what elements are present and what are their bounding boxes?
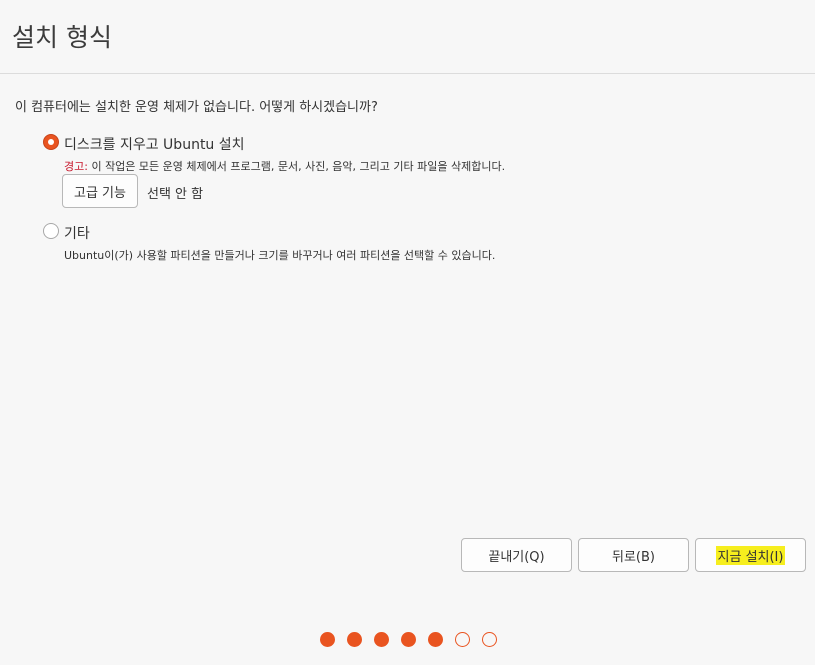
progress-dot [482, 632, 497, 647]
back-button[interactable]: 뒤로(B) [578, 538, 689, 572]
progress-dots [320, 632, 500, 648]
progress-dot [320, 632, 335, 647]
progress-dot [401, 632, 416, 647]
installer-window: 설치 형식 이 컴퓨터에는 설치한 운영 체제가 없습니다. 어떻게 하시겠습니… [0, 0, 815, 665]
progress-dot [428, 632, 443, 647]
something-else-label[interactable]: 기타 [64, 223, 90, 243]
warning-label: 경고: [64, 160, 88, 173]
warning-text: 이 작업은 모든 운영 체제에서 프로그램, 문서, 사진, 음악, 그리고 기… [87, 160, 506, 173]
advanced-features-button[interactable]: 고급 기능 [62, 174, 138, 208]
erase-disk-label[interactable]: 디스크를 지우고 Ubuntu 설치 [64, 134, 245, 154]
advanced-features-status: 선택 안 함 [147, 187, 204, 202]
quit-button[interactable]: 끝내기(Q) [461, 538, 572, 572]
install-now-label: 지금 설치(I) [715, 545, 786, 565]
erase-disk-description: 경고: 이 작업은 모든 운영 체제에서 프로그램, 문서, 사진, 음악, 그… [64, 158, 505, 174]
progress-dot [455, 632, 470, 647]
progress-dot [374, 632, 389, 647]
install-now-button[interactable]: 지금 설치(I) [695, 538, 806, 572]
installation-question: 이 컴퓨터에는 설치한 운영 체제가 없습니다. 어떻게 하시겠습니까? [15, 100, 378, 115]
something-else-radio[interactable] [43, 223, 59, 239]
erase-disk-radio[interactable] [43, 134, 59, 150]
page-title: 설치 형식 [12, 23, 112, 52]
header: 설치 형식 [0, 0, 815, 74]
something-else-description: Ubuntu이(가) 사용할 파티션을 만들거나 크기를 바꾸거나 여러 파티션… [64, 249, 496, 262]
progress-dot [347, 632, 362, 647]
